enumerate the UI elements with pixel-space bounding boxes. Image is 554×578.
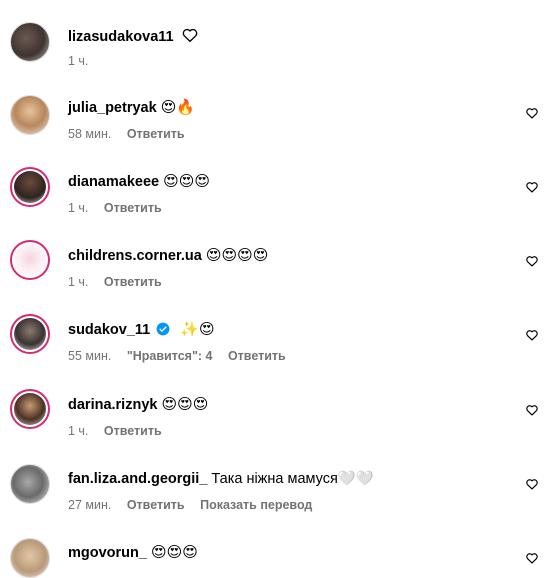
comment-meta: 55 мин. "Нравится": 4 Ответить [68,349,298,363]
avatar[interactable] [10,314,50,354]
like-heart-icon[interactable] [525,328,539,342]
post-owner-username[interactable]: lizasudakova11 [68,26,199,45]
like-heart-icon[interactable] [525,403,539,417]
timestamp: 58 мин. [68,127,112,141]
comment-username[interactable]: fan.liza.and.georgii_ Така ніжна мамуся🤍… [68,470,374,487]
comment-meta: 1 ч. Ответить [68,201,174,215]
avatar[interactable] [10,22,50,62]
timestamp: 1 ч. [68,54,89,68]
comment-username[interactable]: julia_petryak 😍🔥 [68,98,195,116]
comment-username[interactable]: darina.riznyk 😍😍😍 [68,395,208,413]
comment-text: 😍😍😍 [163,172,211,190]
comment-text: 😍😍😍😍 [205,246,269,264]
avatar[interactable] [10,95,50,135]
verified-badge-icon [156,322,170,336]
heart-outline-icon[interactable] [181,26,199,44]
avatar[interactable] [10,464,50,504]
reply-button[interactable]: Ответить [228,349,286,363]
avatar[interactable] [10,240,50,280]
comment-text: 😍🔥 [160,98,196,116]
timestamp: 1 ч. [68,201,89,215]
timestamp: 27 мин. [68,498,112,512]
comment-meta: 58 мин. Ответить [68,127,197,141]
comment-username[interactable]: mgovorun_ 😍😍😍 [68,543,198,561]
comment-meta: 1 ч. Ответить [68,275,174,289]
reply-button[interactable]: Ответить [104,201,162,215]
likes-count[interactable]: "Нравится": 4 [127,349,213,363]
comment-text: 😍😍😍 [161,395,209,413]
like-heart-icon[interactable] [525,180,539,194]
timestamp: 55 мин. [68,349,112,363]
avatar[interactable] [10,389,50,429]
timestamp: 1 ч. [68,424,89,438]
reply-button[interactable]: Ответить [104,275,162,289]
like-heart-icon[interactable] [525,254,539,268]
comment-text: Така ніжна мамуся🤍🤍 [211,471,374,487]
comment-username[interactable]: childrens.corner.ua 😍😍😍😍 [68,246,268,264]
avatar[interactable] [10,538,50,578]
comment-meta: 27 мин. Ответить Показать перевод [68,498,324,512]
comment-username[interactable]: dianamakeee 😍😍😍 [68,172,210,190]
reply-button[interactable]: Ответить [127,127,185,141]
reply-button[interactable]: Ответить [127,498,185,512]
reply-button[interactable]: Ответить [104,424,162,438]
avatar[interactable] [10,167,50,207]
timestamp: 1 ч. [68,275,89,289]
comment-username[interactable]: sudakov_11 ✨😍 [68,320,215,338]
comment-meta: 1 ч. Ответить [68,424,174,438]
show-translation-button[interactable]: Показать перевод [200,498,312,512]
like-heart-icon[interactable] [525,551,539,565]
comment-text: 😍😍😍 [150,543,198,561]
like-heart-icon[interactable] [525,106,539,120]
comment-text: ✨😍 [180,320,215,338]
post-meta: 1 ч. [68,54,100,68]
like-heart-icon[interactable] [525,477,539,491]
